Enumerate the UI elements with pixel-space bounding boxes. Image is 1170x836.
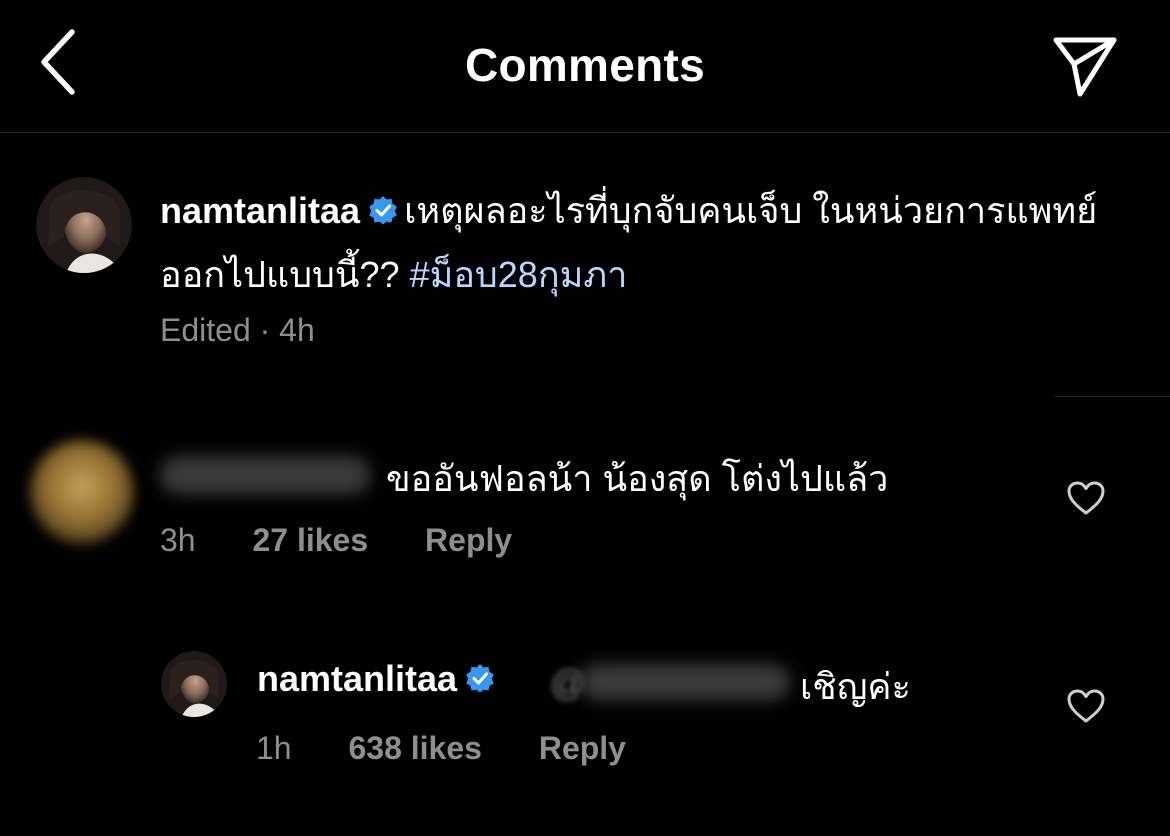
reply-button[interactable]: Reply	[425, 522, 512, 558]
comment-time: 3h	[160, 522, 196, 558]
reply-text-block: namtanlitaa	[257, 658, 501, 702]
caption-hashtag[interactable]: #ม็อบ28กุมภา	[410, 254, 628, 295]
blurred-avatar-image	[30, 440, 134, 544]
avatar-image	[36, 177, 132, 273]
like-button[interactable]	[1066, 688, 1106, 724]
avatar-image	[161, 651, 227, 717]
reply-username[interactable]: namtanlitaa	[257, 658, 457, 699]
comments-header: Comments	[0, 0, 1170, 133]
caption-meta: Edited · 4h	[160, 312, 315, 349]
edited-label: Edited	[160, 312, 251, 348]
page-title: Comments	[464, 39, 706, 91]
reply-button[interactable]: Reply	[539, 730, 626, 766]
verified-badge-icon	[465, 660, 495, 702]
divider	[1055, 396, 1170, 397]
reply-likes[interactable]: 638 likes	[348, 730, 481, 766]
caption-avatar[interactable]	[36, 177, 132, 273]
reply-time: 1h	[256, 730, 292, 766]
caption-text-block: namtanlitaa เหตุผลอะไรที่บุกจับคนเจ็บ ในห…	[160, 180, 1120, 306]
heart-icon	[1067, 481, 1105, 515]
mention-redacted[interactable]	[580, 664, 790, 700]
share-button[interactable]	[1050, 34, 1122, 100]
send-icon	[1053, 37, 1117, 97]
comment-likes[interactable]: 27 likes	[252, 522, 368, 558]
meta-separator: ·	[259, 312, 271, 348]
comment-username-redacted[interactable]	[160, 456, 370, 494]
heart-icon	[1067, 689, 1105, 723]
comment-avatar[interactable]	[30, 440, 134, 544]
like-button[interactable]	[1066, 480, 1106, 516]
reply-body: เชิญค่ะ	[800, 666, 911, 707]
verified-badge-icon	[368, 182, 398, 244]
comment-meta: 3h 27 likes Reply	[160, 522, 560, 559]
comment-text: ขออันฟอลน้า น้องสุด โต่งไปแล้ว	[386, 458, 889, 499]
reply-avatar[interactable]	[161, 651, 227, 717]
caption-time: 4h	[279, 312, 315, 348]
reply-meta: 1h 638 likes Reply	[256, 730, 674, 767]
caption-username[interactable]: namtanlitaa	[160, 190, 360, 231]
